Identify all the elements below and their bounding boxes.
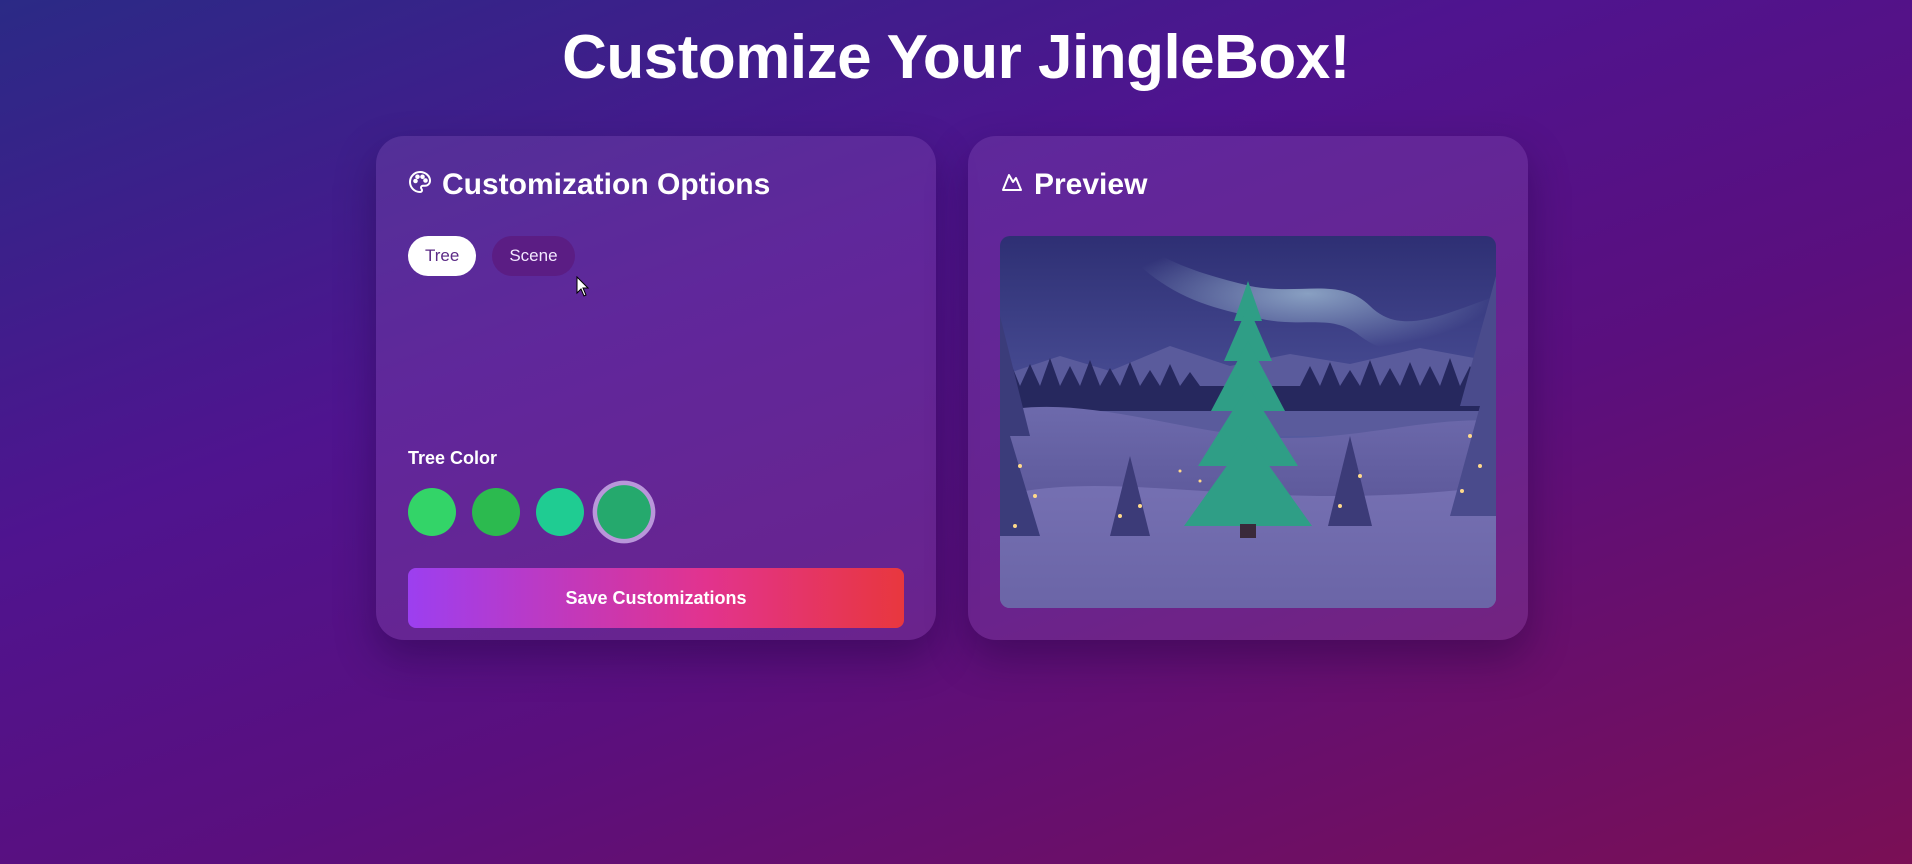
palette-icon — [408, 168, 432, 202]
color-swatch-3[interactable] — [536, 488, 584, 536]
customization-options-header: Customization Options — [408, 168, 770, 202]
preview-image — [1000, 236, 1496, 608]
color-swatch-2[interactable] — [472, 488, 520, 536]
customization-options-title: Customization Options — [442, 168, 771, 201]
preview-card: Preview — [968, 136, 1528, 640]
option-tabs: Tree Scene — [408, 236, 575, 276]
tab-tree[interactable]: Tree — [408, 236, 477, 276]
page-title: Customize Your JingleBox! — [562, 23, 1350, 92]
mouse-cursor-icon — [576, 276, 590, 297]
tab-scene[interactable]: Scene — [492, 236, 575, 276]
preview-title: Preview — [1034, 168, 1148, 201]
tree-color-swatches — [408, 485, 651, 539]
preview-header: Preview — [1000, 168, 1147, 202]
mountain-icon — [1000, 168, 1024, 202]
color-swatch-1[interactable] — [408, 488, 456, 536]
customization-options-card: Customization Options Tree Scene Tree Co… — [376, 136, 936, 640]
save-customizations-button[interactable]: Save Customizations — [408, 568, 904, 628]
tree-color-label: Tree Color — [408, 448, 498, 468]
color-swatch-4[interactable] — [597, 485, 651, 539]
